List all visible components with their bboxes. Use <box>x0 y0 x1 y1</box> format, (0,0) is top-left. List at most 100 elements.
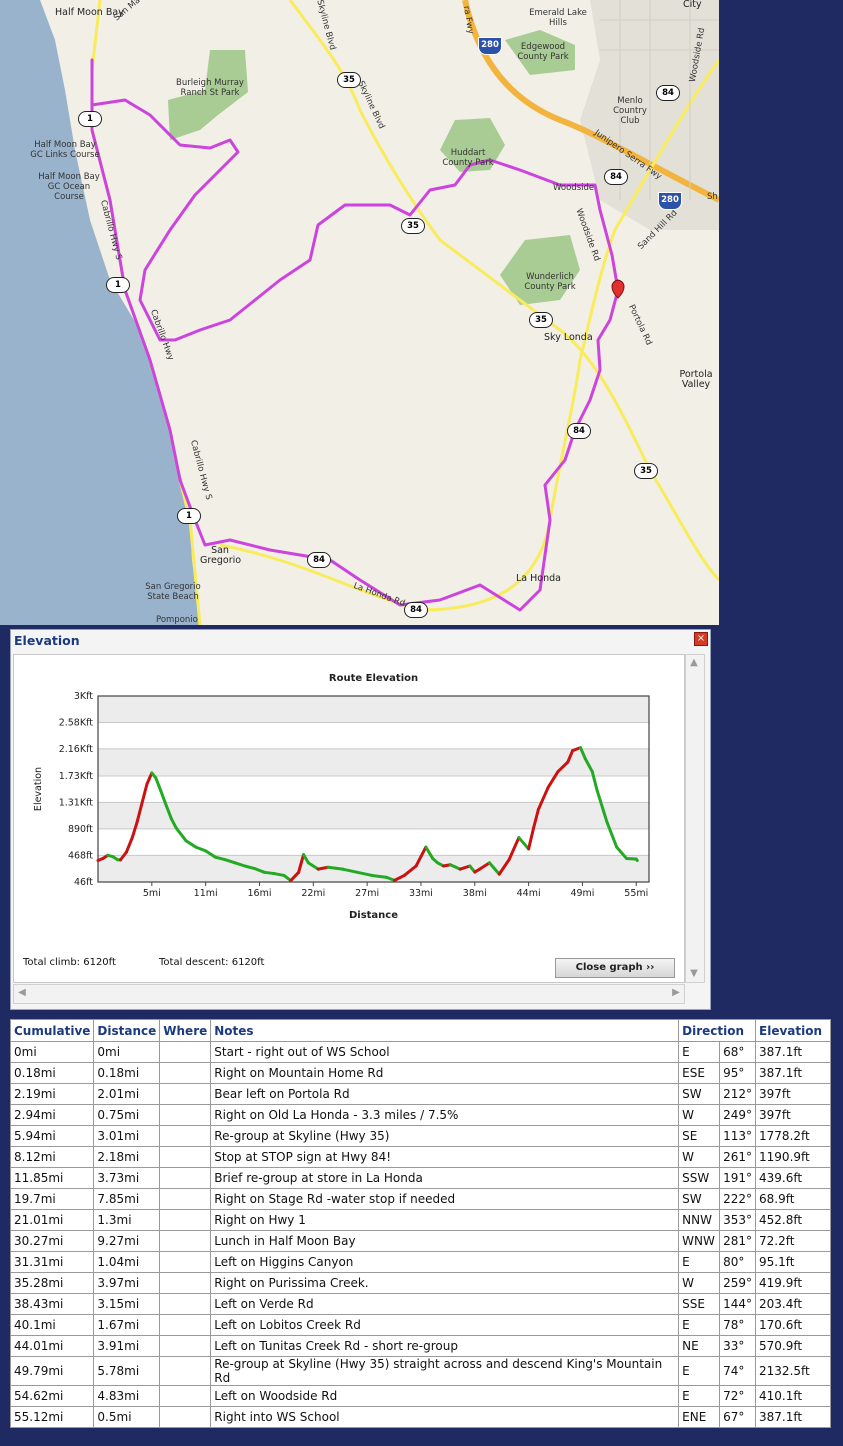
cell-elevation: 68.9ft <box>755 1188 831 1210</box>
route-map[interactable]: Half Moon Bay Burleigh Murray Ranch St P… <box>0 0 719 625</box>
cell-degrees: 95° <box>719 1062 757 1084</box>
cell-cumulative: 30.27mi <box>9 1230 95 1252</box>
cell-degrees: 80° <box>719 1251 757 1273</box>
cell-distance: 4.83mi <box>93 1385 161 1407</box>
cell-where <box>159 1083 212 1105</box>
cell-cumulative: 0mi <box>9 1041 95 1063</box>
y-tick-label: 890ft <box>68 824 93 835</box>
cell-direction: E <box>678 1356 721 1386</box>
label-la-honda: La Honda <box>516 573 561 584</box>
cell-elevation: 170.6ft <box>755 1314 831 1336</box>
close-graph-button[interactable]: Close graph ›› <box>555 958 675 978</box>
cell-where <box>159 1104 212 1126</box>
table-row: 5.94mi 3.01mi Re-group at Skyline (Hwy 35)… <box>9 1125 831 1147</box>
total-climb: Total climb: 6120ft <box>23 957 116 968</box>
shield-84: 84 <box>567 423 591 439</box>
cell-notes: Right into WS School <box>210 1406 680 1428</box>
label-menlo-cc: Menlo Country Club <box>613 96 647 126</box>
elevation-chart: 46ft 468ft 890ft 1.31Kft 1.73Kft 2.16Kft 2.58K… <box>33 673 650 921</box>
cell-where <box>159 1385 212 1407</box>
cell-where <box>159 1230 212 1252</box>
cell-degrees: 222° <box>719 1188 757 1210</box>
cell-distance: 0.75mi <box>93 1104 161 1126</box>
cell-notes: Left on Tunitas Creek Rd - short re-grou… <box>210 1335 680 1357</box>
cell-elevation: 387.1ft <box>755 1041 831 1063</box>
cell-distance: 5.78mi <box>93 1356 161 1386</box>
cell-distance: 9.27mi <box>93 1230 161 1252</box>
cell-distance: 3.15mi <box>93 1293 161 1315</box>
cell-where <box>159 1188 212 1210</box>
chart-band <box>98 775 649 803</box>
cell-degrees: 191° <box>719 1167 757 1189</box>
label-emerald-lake-hills: Emerald Lake Hills <box>529 8 587 28</box>
cell-degrees: 68° <box>719 1041 757 1063</box>
label-burleigh: Burleigh Murray Ranch St Park <box>176 78 244 98</box>
cell-direction: SSE <box>678 1293 721 1315</box>
x-axis-label: Distance <box>349 910 398 921</box>
shield-35: 35 <box>337 72 361 88</box>
cell-cumulative: 2.19mi <box>9 1083 95 1105</box>
cell-where <box>159 1062 212 1084</box>
y-tick-label: 2.58Kft <box>59 717 94 728</box>
y-tick-label: 3Kft <box>74 691 93 702</box>
y-tick-label: 1.73Kft <box>59 771 94 782</box>
cell-direction: NE <box>678 1335 721 1357</box>
header-elevation: Elevation <box>755 1019 831 1042</box>
header-cumulative: Cumulative <box>9 1019 95 1042</box>
table-row: 35.28mi 3.97mi Right on Purissima Creek. W 2… <box>9 1272 831 1294</box>
cell-cumulative: 40.1mi <box>9 1314 95 1336</box>
scroll-down-icon[interactable]: ▼ <box>686 966 702 982</box>
cell-cumulative: 5.94mi <box>9 1125 95 1147</box>
cell-notes: Re-group at Skyline (Hwy 35) <box>210 1125 680 1147</box>
label-wunderlich: Wunderlich County Park <box>524 272 576 292</box>
cell-where <box>159 1272 212 1294</box>
table-row: 38.43mi 3.15mi Left on Verde Rd SSE 144° 203.… <box>9 1293 831 1315</box>
chart-band <box>98 696 649 723</box>
elevation-segment <box>634 857 639 863</box>
cell-elevation: 72.2ft <box>755 1230 831 1252</box>
cell-degrees: 353° <box>719 1209 757 1231</box>
scroll-left-icon[interactable]: ◀ <box>14 985 30 1001</box>
vertical-scrollbar[interactable]: ▲ ▼ <box>685 654 705 983</box>
cell-direction: E <box>678 1385 721 1407</box>
start-marker <box>611 279 625 299</box>
cell-notes: Right on Stage Rd -water stop if needed <box>210 1188 680 1210</box>
x-tick-label: 38mi <box>463 888 487 899</box>
cell-where <box>159 1314 212 1336</box>
cell-notes: Right on Old La Honda - 3.3 miles / 7.5% <box>210 1104 680 1126</box>
chart-band <box>98 802 649 829</box>
cell-distance: 0.18mi <box>93 1062 161 1084</box>
table-row: 11.85mi 3.73mi Brief re-group at store in … <box>9 1167 831 1189</box>
cell-direction: NNW <box>678 1209 721 1231</box>
cell-direction: W <box>678 1272 721 1294</box>
cell-distance: 0mi <box>93 1041 161 1063</box>
cell-cumulative: 19.7mi <box>9 1188 95 1210</box>
cell-notes: Right on Hwy 1 <box>210 1209 680 1231</box>
scroll-right-icon[interactable]: ▶ <box>668 985 684 1001</box>
shield-35: 35 <box>634 463 658 479</box>
cell-notes: Left on Verde Rd <box>210 1293 680 1315</box>
elevation-segment <box>370 873 389 879</box>
scroll-up-icon[interactable]: ▲ <box>686 655 702 671</box>
cell-notes: Start - right out of WS School <box>210 1041 680 1063</box>
cell-direction: W <box>678 1104 721 1126</box>
table-row: 30.27mi 9.27mi Lunch in Half Moon Bay WNW 28… <box>9 1230 831 1252</box>
cue-sheet: Cumulative Distance Where Notes Directio… <box>9 1019 831 1428</box>
cell-direction: E <box>678 1251 721 1273</box>
table-header-row: Cumulative Distance Where Notes Directio… <box>9 1019 831 1042</box>
shield-1: 1 <box>177 508 201 524</box>
cell-where <box>159 1125 212 1147</box>
cell-distance: 3.97mi <box>93 1272 161 1294</box>
close-icon[interactable]: × <box>694 632 708 646</box>
cell-cumulative: 55.12mi <box>9 1406 95 1428</box>
shield-35: 35 <box>401 218 425 234</box>
horizontal-scrollbar[interactable]: ◀ ▶ <box>13 984 685 1004</box>
cell-where <box>159 1146 212 1168</box>
cell-notes: Re-group at Skyline (Hwy 35) straight ac… <box>210 1356 680 1386</box>
cell-cumulative: 38.43mi <box>9 1293 95 1315</box>
chart-title: Route Elevation <box>329 673 418 684</box>
cell-notes: Brief re-group at store in La Honda <box>210 1167 680 1189</box>
cell-notes: Left on Lobitos Creek Rd <box>210 1314 680 1336</box>
cell-elevation: 397ft <box>755 1083 831 1105</box>
cell-degrees: 249° <box>719 1104 757 1126</box>
